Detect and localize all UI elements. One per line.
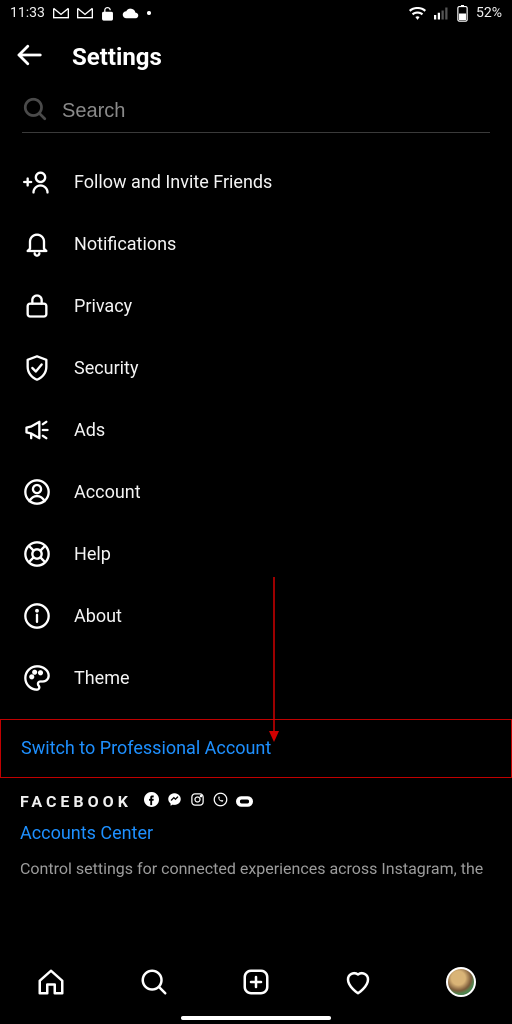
- avatar: [446, 967, 476, 997]
- help-icon: [22, 539, 52, 569]
- menu-label: Security: [74, 358, 138, 379]
- menu-label: Help: [74, 544, 111, 565]
- info-icon: [22, 601, 52, 631]
- switch-professional-label: Switch to Professional Account: [21, 738, 271, 759]
- palette-icon: [22, 663, 52, 693]
- facebook-brand-row: FACEBOOK: [20, 792, 492, 811]
- facebook-icon: [144, 792, 159, 811]
- nav-profile[interactable]: [437, 958, 485, 1006]
- menu-item-help[interactable]: Help: [0, 523, 512, 585]
- page-title: Settings: [72, 43, 162, 71]
- menu-item-ads[interactable]: Ads: [0, 399, 512, 461]
- status-bar: 11:33 52%: [0, 0, 512, 26]
- menu-label: Notifications: [74, 234, 176, 255]
- menu-item-account[interactable]: Account: [0, 461, 512, 523]
- nav-home[interactable]: [27, 958, 75, 1006]
- menu-label: Ads: [74, 420, 105, 441]
- search-input[interactable]: [62, 100, 490, 123]
- gmail-icon: [77, 7, 93, 19]
- whatsapp-icon: [213, 792, 228, 811]
- nav-new-post[interactable]: [232, 958, 280, 1006]
- gmail-icon: [53, 7, 69, 19]
- nav-activity[interactable]: [334, 958, 382, 1006]
- account-icon: [22, 477, 52, 507]
- menu-item-privacy[interactable]: Privacy: [0, 275, 512, 337]
- accounts-center-link[interactable]: Accounts Center: [20, 823, 492, 844]
- unlock-icon: [101, 6, 114, 21]
- menu-item-about[interactable]: About: [0, 585, 512, 647]
- status-time: 11:33: [10, 5, 45, 21]
- dot-icon: [147, 11, 151, 15]
- oculus-icon: [236, 792, 253, 811]
- battery-percent: 52%: [476, 5, 502, 21]
- facebook-section: FACEBOOK Accounts Center Control setting…: [0, 778, 512, 880]
- cloud-icon: [122, 7, 139, 19]
- back-button[interactable]: [14, 40, 44, 74]
- menu-label: Privacy: [74, 296, 132, 317]
- search-field[interactable]: [22, 96, 490, 133]
- menu-label: Follow and Invite Friends: [74, 172, 272, 193]
- add-user-icon: [22, 167, 52, 197]
- instagram-icon: [190, 792, 205, 811]
- menu-label: Theme: [74, 668, 130, 689]
- bell-icon: [22, 229, 52, 259]
- switch-professional-link[interactable]: Switch to Professional Account: [0, 719, 512, 778]
- status-right: 52%: [409, 5, 502, 22]
- wifi-icon: [409, 7, 426, 20]
- menu-item-follow-invite[interactable]: Follow and Invite Friends: [0, 151, 512, 213]
- facebook-brand-icons: [144, 792, 253, 811]
- facebook-description: Control settings for connected experienc…: [20, 858, 492, 880]
- annotation-arrow: [274, 577, 275, 742]
- menu-item-security[interactable]: Security: [0, 337, 512, 399]
- home-indicator: [181, 1016, 331, 1020]
- messenger-icon: [167, 792, 182, 811]
- header: Settings: [0, 26, 512, 96]
- lock-icon: [22, 291, 52, 321]
- megaphone-icon: [22, 415, 52, 445]
- search-icon: [22, 96, 48, 126]
- signal-icon: [434, 7, 449, 20]
- menu-item-notifications[interactable]: Notifications: [0, 213, 512, 275]
- nav-search[interactable]: [130, 958, 178, 1006]
- status-left: 11:33: [10, 5, 151, 21]
- facebook-brand-label: FACEBOOK: [20, 792, 132, 811]
- menu-label: About: [74, 606, 122, 627]
- battery-icon: [457, 5, 468, 22]
- menu-item-theme[interactable]: Theme: [0, 647, 512, 709]
- bottom-nav: [0, 952, 512, 1024]
- settings-menu: Follow and Invite Friends Notifications …: [0, 133, 512, 709]
- shield-icon: [22, 353, 52, 383]
- menu-label: Account: [74, 482, 141, 503]
